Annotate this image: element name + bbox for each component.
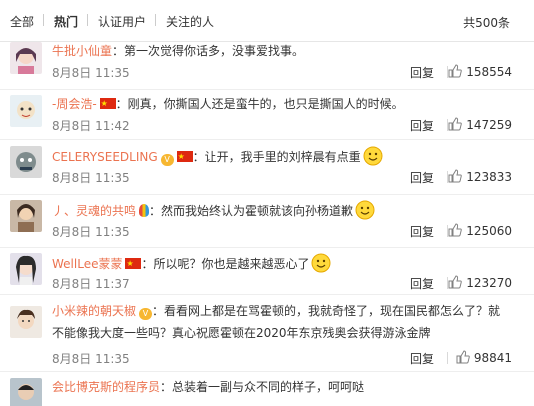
comment-content: WellLee蒙蒙 ：所以呢？你也是越来越恶心了 bbox=[52, 253, 512, 273]
like-count: 123833 bbox=[466, 170, 512, 184]
reply-button[interactable]: 回复 bbox=[410, 223, 434, 240]
comment-timestamp: 8月8日 11:42 bbox=[52, 117, 130, 134]
comment-item: 小米辣的朝天椒 V ：看看网上都是在骂霍顿的，我就奇怪了，现在国民都怎么了？就不能像… bbox=[0, 300, 534, 372]
reply-button[interactable]: 回复 bbox=[410, 117, 434, 134]
like-button[interactable]: 158554 bbox=[448, 64, 512, 79]
comment-filter-tabs: 全部 热门 认证用户 关注的人 共500条 bbox=[0, 0, 534, 42]
like-button[interactable]: 123270 bbox=[448, 275, 512, 290]
comment-username[interactable]: 会比博克斯的程序员 bbox=[52, 380, 160, 394]
comment-content: 牛批小仙童：第一次觉得你话多，没事爱找事。 bbox=[52, 42, 512, 60]
tab-divider bbox=[43, 14, 44, 26]
reply-button[interactable]: 回复 bbox=[410, 169, 434, 186]
thumbs-up-icon bbox=[448, 169, 462, 183]
vip-badge-icon: V bbox=[139, 308, 153, 320]
comment-date: 8月8日 bbox=[52, 119, 92, 133]
comment-time: 11:35 bbox=[95, 171, 130, 185]
comment-timestamp: 8月8日 11:35 bbox=[52, 350, 130, 367]
like-count: 158554 bbox=[466, 65, 512, 79]
china-flag-icon bbox=[125, 255, 142, 273]
like-count: 123270 bbox=[466, 276, 512, 290]
comment-text: ：让开，我手里的刘梓晨有点重 bbox=[192, 150, 361, 164]
comment-item: -周会浩- ：刚真，你撕国人还是蛮牛的，也只是撕国人的时候。 8月8日 11:42… bbox=[0, 95, 534, 140]
smiley-emoji-icon bbox=[363, 146, 383, 166]
comment-text: ：所以呢？你也是越来越恶心了 bbox=[141, 257, 310, 271]
tab-verified-users[interactable]: 认证用户 bbox=[98, 13, 146, 30]
reply-button[interactable]: 回复 bbox=[410, 64, 434, 81]
china-flag-icon bbox=[176, 148, 193, 166]
tab-all[interactable]: 全部 bbox=[10, 13, 34, 30]
comment-item: WellLee蒙蒙 ：所以呢？你也是越来越恶心了 8月8日 11:37 回复 12… bbox=[0, 253, 534, 295]
thumbs-up-icon bbox=[448, 117, 462, 131]
comment-item: 丿、灵魂的共鸣 ：然而我始终认为霍顿就该向孙杨道歉 8月8日 11:35 回复 1… bbox=[0, 200, 534, 248]
like-count: 147259 bbox=[466, 118, 512, 132]
comment-total-count: 共500条 bbox=[463, 16, 510, 30]
comment-time: 11:35 bbox=[95, 352, 130, 366]
comment-date: 8月8日 bbox=[52, 277, 92, 291]
thumbs-up-icon bbox=[448, 223, 462, 237]
tab-divider bbox=[155, 14, 156, 26]
comment-username[interactable]: CELERYSEEDLING bbox=[52, 150, 158, 164]
comment-content: 小米辣的朝天椒 V ：看看网上都是在骂霍顿的，我就奇怪了，现在国民都怎么了？就不能像… bbox=[52, 300, 512, 344]
comment-date: 8月8日 bbox=[52, 171, 92, 185]
reply-button[interactable]: 回复 bbox=[410, 350, 434, 367]
comment-item: 牛批小仙童：第一次觉得你话多，没事爱找事。 8月8日 11:35 回复 1585… bbox=[0, 42, 534, 90]
like-button[interactable]: 123833 bbox=[448, 169, 512, 184]
comment-username[interactable]: -周会浩- bbox=[52, 97, 97, 111]
like-button[interactable]: 98841 bbox=[456, 350, 512, 365]
avatar[interactable] bbox=[10, 95, 42, 127]
comment-username[interactable]: WellLee蒙蒙 bbox=[52, 257, 122, 271]
tab-divider bbox=[87, 14, 88, 26]
china-flag-icon bbox=[99, 95, 116, 113]
comment-text: ：刚真，你撕国人还是蛮牛的，也只是撕国人的时候。 bbox=[115, 97, 404, 111]
comment-username[interactable]: 小米辣的朝天椒 bbox=[52, 304, 136, 318]
comment-content: 丿、灵魂的共鸣 ：然而我始终认为霍顿就该向孙杨道歉 bbox=[52, 200, 512, 220]
comment-time: 11:35 bbox=[95, 66, 130, 80]
comment-content: 会比博克斯的程序员：总装着一副与众不同的样子，呵呵哒 bbox=[52, 378, 512, 396]
comment-text: ：第一次觉得你话多，没事爱找事。 bbox=[112, 44, 305, 58]
comment-timestamp: 8月8日 11:35 bbox=[52, 64, 130, 81]
reply-button[interactable]: 回复 bbox=[410, 275, 434, 292]
thumbs-up-icon bbox=[456, 350, 470, 364]
comment-timestamp: 8月8日 11:35 bbox=[52, 223, 130, 240]
comment-timestamp: 8月8日 11:35 bbox=[52, 169, 130, 186]
comment-date: 8月8日 bbox=[52, 352, 92, 366]
comment-item: 会比博克斯的程序员：总装着一副与众不同的样子，呵呵哒 bbox=[0, 378, 534, 406]
like-button[interactable]: 147259 bbox=[448, 117, 512, 132]
comment-time: 11:42 bbox=[95, 119, 130, 133]
comment-timestamp: 8月8日 11:37 bbox=[52, 275, 130, 292]
avatar[interactable] bbox=[10, 253, 42, 285]
divider bbox=[447, 352, 448, 364]
vip-badge-icon: V bbox=[160, 154, 174, 166]
tab-hot[interactable]: 热门 bbox=[54, 13, 78, 30]
avatar[interactable] bbox=[10, 306, 42, 338]
tab-following[interactable]: 关注的人 bbox=[166, 13, 214, 30]
comment-item: CELERYSEEDLINGV ：让开，我手里的刘梓晨有点重 8月8日 11:35… bbox=[0, 146, 534, 195]
balloon-icon bbox=[139, 204, 150, 217]
avatar[interactable] bbox=[10, 378, 42, 406]
avatar[interactable] bbox=[10, 146, 42, 178]
comment-content: CELERYSEEDLINGV ：让开，我手里的刘梓晨有点重 bbox=[52, 146, 512, 166]
comment-content: -周会浩- ：刚真，你撕国人还是蛮牛的，也只是撕国人的时候。 bbox=[52, 95, 512, 113]
avatar[interactable] bbox=[10, 200, 42, 232]
comment-date: 8月8日 bbox=[52, 66, 92, 80]
comment-time: 11:37 bbox=[95, 277, 130, 291]
like-count: 98841 bbox=[473, 351, 512, 365]
comment-time: 11:35 bbox=[95, 225, 130, 239]
like-button[interactable]: 125060 bbox=[448, 223, 512, 238]
smiley-emoji-icon bbox=[311, 253, 331, 273]
comment-username[interactable]: 牛批小仙童 bbox=[52, 44, 112, 58]
comment-date: 8月8日 bbox=[52, 225, 92, 239]
like-count: 125060 bbox=[466, 224, 512, 238]
thumbs-up-icon bbox=[448, 275, 462, 289]
comment-username[interactable]: 丿、灵魂的共鸣 bbox=[52, 204, 136, 218]
comment-text: ：总装着一副与众不同的样子，呵呵哒 bbox=[160, 380, 365, 394]
comment-text: ：然而我始终认为霍顿就该向孙杨道歉 bbox=[149, 204, 354, 218]
thumbs-up-icon bbox=[448, 64, 462, 78]
smiley-emoji-icon bbox=[355, 200, 375, 220]
avatar[interactable] bbox=[10, 42, 42, 74]
